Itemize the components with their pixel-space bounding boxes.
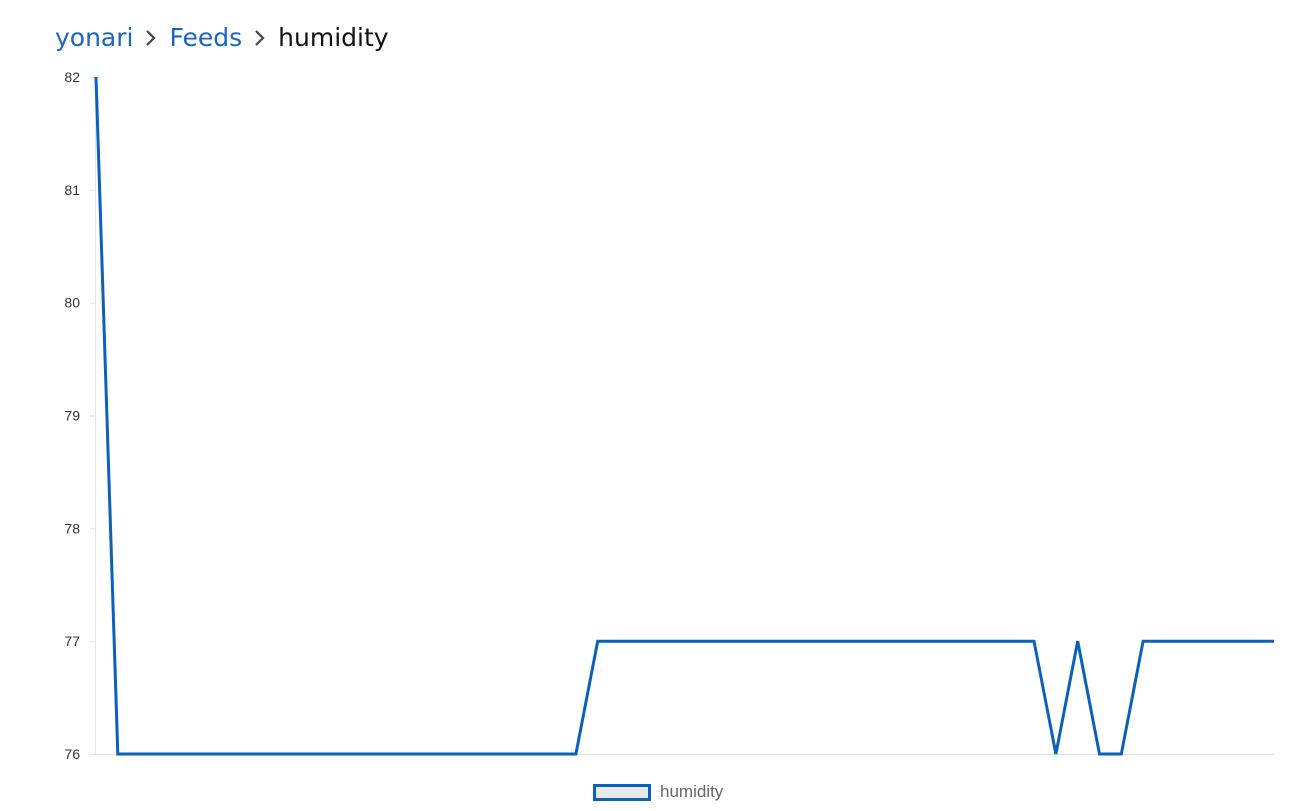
breadcrumb-link-yonari[interactable]: yonari <box>55 20 133 56</box>
breadcrumb-current-feed: humidity <box>278 23 389 52</box>
y-tick-label: 79 <box>64 408 80 424</box>
chart-legend[interactable]: humidity <box>593 782 723 802</box>
y-tick-label: 76 <box>64 746 80 762</box>
y-tick-label: 82 <box>64 69 80 85</box>
y-tick-label: 80 <box>64 295 80 311</box>
y-tick-label: 78 <box>64 520 80 536</box>
legend-swatch <box>593 783 651 801</box>
legend-label: humidity <box>660 782 724 801</box>
y-tick-label: 77 <box>64 633 80 649</box>
breadcrumb-link-feeds[interactable]: Feeds <box>169 20 242 56</box>
chevron-right-icon <box>254 29 266 47</box>
breadcrumb: yonari Feeds humidity <box>55 20 389 56</box>
humidity-line-chart: 82 81 80 79 78 77 76 <box>64 69 1274 762</box>
y-tick-label: 81 <box>64 182 80 198</box>
chevron-right-icon <box>145 29 157 47</box>
series-line-humidity <box>94 76 1274 756</box>
